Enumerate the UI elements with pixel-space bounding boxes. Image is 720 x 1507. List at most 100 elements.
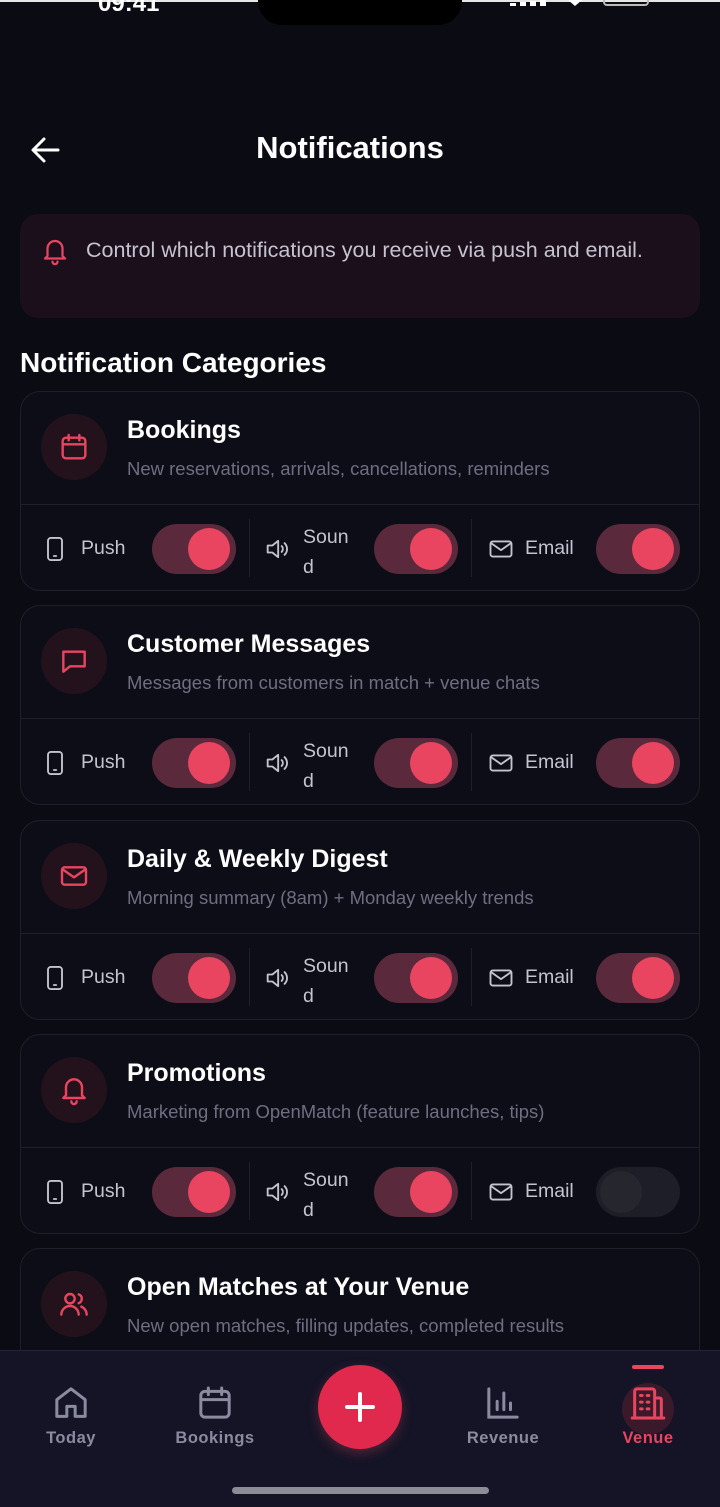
category-card: Daily & Weekly Digest Morning summary (8… [20,820,700,1020]
nav-revenue-label: Revenue [466,1429,540,1447]
header: Notifications [0,120,720,180]
category-icon-wrap [41,628,107,694]
toggle-knob [188,1171,230,1213]
speaker-icon [266,539,288,559]
category-icon-wrap [41,414,107,480]
push-label: Push [81,966,126,988]
building-icon [630,1387,666,1420]
sound-toggle[interactable] [374,738,458,788]
users-icon [60,1292,88,1316]
category-title: Promotions [127,1059,266,1087]
toggle-knob [632,957,674,999]
phone-icon [47,1179,63,1205]
sound-label: Soun d [303,740,349,792]
toggle-knob [188,957,230,999]
push-toggle[interactable] [152,1167,236,1217]
home-icon [55,1387,87,1418]
option-separator [471,519,472,577]
sound-option: Soun d [251,1148,471,1233]
sound-label: Soun d [303,955,349,1007]
phone-icon [47,536,63,562]
email-option: Email [473,1148,699,1233]
option-separator [249,733,250,791]
email-toggle[interactable] [596,524,680,574]
active-indicator [632,1365,664,1369]
plus-icon [345,1392,375,1422]
channel-row: Push Soun d Email [21,1148,699,1233]
speaker-icon [266,753,288,773]
push-label: Push [81,537,126,559]
sound-toggle[interactable] [374,953,458,1003]
sound-label: Soun d [303,1169,349,1221]
push-toggle[interactable] [152,953,236,1003]
sound-label: Soun d [303,526,349,578]
sound-option: Soun d [251,719,471,804]
channel-row: Push Soun d Email [21,505,699,590]
category-title: Customer Messages [127,630,371,658]
section-title: Notification Categories [20,347,327,378]
category-icon-wrap [41,1271,107,1337]
nav-venue[interactable]: Venue [588,1383,708,1463]
mail-icon [489,969,513,987]
toggle-knob [188,528,230,570]
speaker-icon [266,1182,288,1202]
push-option: Push [21,719,249,804]
option-separator [249,1162,250,1220]
push-toggle[interactable] [152,738,236,788]
nav-revenue[interactable]: Revenue [443,1383,563,1463]
page-title: Notifications [256,130,444,165]
mail-icon [60,866,88,886]
message-icon [62,650,86,673]
category-title: Daily & Weekly Digest [127,845,388,873]
nav-venue-label: Venue [622,1429,674,1447]
email-toggle[interactable] [596,953,680,1003]
category-description: Marketing from OpenMatch (feature launch… [127,1101,545,1122]
bell-icon [62,1078,86,1106]
bar-chart-icon [487,1387,519,1419]
option-separator [471,948,472,1006]
option-separator [249,519,250,577]
info-banner: Control which notifications you receive … [20,214,700,318]
channel-row: Push Soun d Email [21,719,699,804]
email-label: Email [525,1180,574,1202]
nav-today[interactable]: Today [11,1383,131,1463]
push-option: Push [21,934,249,1019]
mail-icon [489,1183,513,1201]
status-time: 09:41 [98,0,160,17]
channel-row: Push Soun d Email [21,934,699,1019]
email-option: Email [473,934,699,1019]
nav-bookings[interactable]: Bookings [155,1383,275,1463]
email-label: Email [525,537,574,559]
sound-toggle[interactable] [374,524,458,574]
sound-option: Soun d [251,505,471,590]
mail-icon [489,540,513,558]
bell-icon [43,239,67,266]
home-indicator [232,1487,489,1494]
category-icon-wrap [41,843,107,909]
category-icon-wrap [41,1057,107,1123]
calendar-icon [61,433,87,460]
toggle-knob [188,742,230,784]
phone-icon [47,750,63,776]
option-separator [471,733,472,791]
category-card: Customer Messages Messages from customer… [20,605,700,805]
email-toggle[interactable] [596,1167,680,1217]
email-label: Email [525,751,574,773]
add-button[interactable] [318,1365,402,1449]
sound-toggle[interactable] [374,1167,458,1217]
sound-option: Soun d [251,934,471,1019]
toggle-knob [410,1171,452,1213]
category-description: Morning summary (8am) + Monday weekly tr… [127,887,534,908]
category-description: Messages from customers in match + venue… [127,672,540,693]
option-separator [471,1162,472,1220]
calendar-icon [199,1386,231,1419]
email-label: Email [525,966,574,988]
signal-icon [510,0,550,6]
push-toggle[interactable] [152,524,236,574]
email-option: Email [473,505,699,590]
phone-icon [47,965,63,991]
mail-icon [489,754,513,772]
speaker-icon [266,968,288,988]
email-toggle[interactable] [596,738,680,788]
toggle-knob [600,1171,642,1213]
